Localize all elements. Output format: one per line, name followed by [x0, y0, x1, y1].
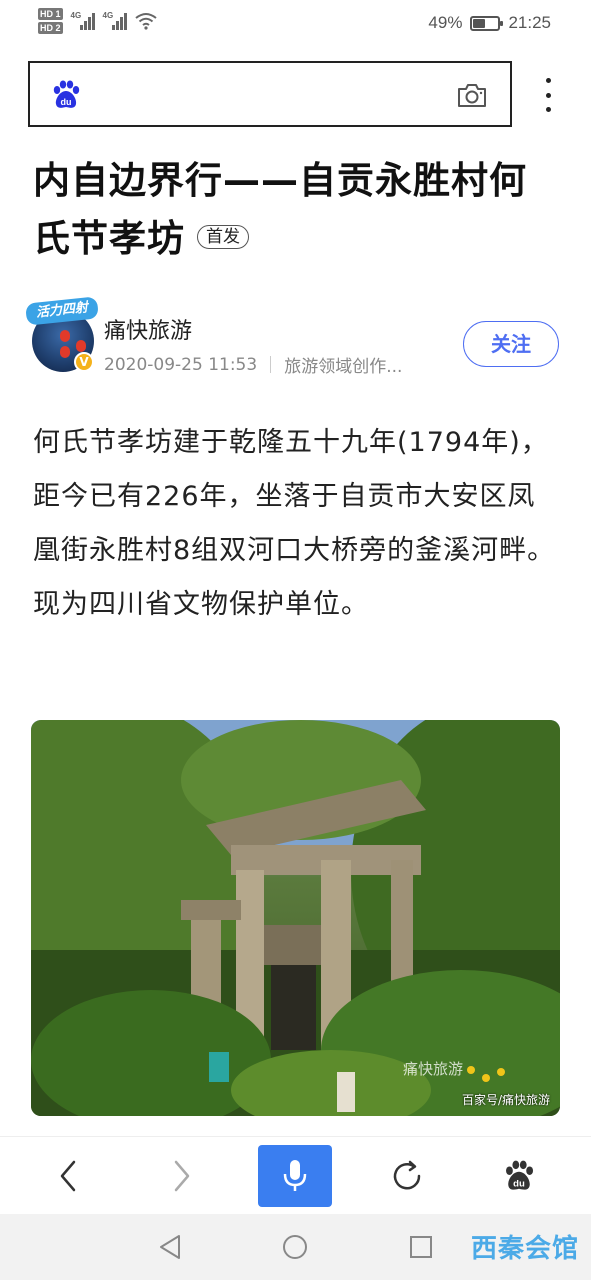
status-bar: HD 1 HD 2 4G 4G 49% 21:25	[0, 0, 591, 48]
battery-icon	[470, 15, 504, 31]
article-title: 内自边界行——自贡永胜村何氏节孝坊 首发	[33, 152, 553, 268]
battery-fill	[473, 18, 486, 28]
search-box[interactable]: du	[28, 61, 512, 127]
baidu-paw-icon[interactable]: du	[50, 79, 82, 111]
wifi-icon	[134, 13, 157, 30]
author-field: 旅游领域创作...	[284, 357, 403, 377]
article-title-text: 内自边界行——自贡永胜村何氏节孝坊	[33, 159, 527, 260]
corner-watermark-logo: 西秦会馆	[470, 1234, 579, 1264]
signal-2-label: 4G	[102, 11, 114, 20]
triangle-back-icon	[160, 1235, 180, 1259]
photo-caption: 百家号/痛快旅游	[461, 1093, 550, 1107]
verified-badge-icon: V	[74, 352, 94, 372]
chevron-right-icon	[174, 1160, 190, 1192]
hd-indicators: HD 1 HD 2	[38, 8, 63, 34]
svg-text:du: du	[61, 97, 72, 107]
archway-photo-illustration	[31, 720, 560, 1116]
signal-1-icon: 4G	[70, 11, 95, 30]
avatar-banner: 活力四射	[25, 296, 99, 326]
author-avatar[interactable]: 活力四射 V	[25, 296, 102, 376]
more-vertical-icon[interactable]	[538, 78, 558, 112]
battery-percent: 49%	[428, 13, 463, 32]
signal-2-icon: 4G	[102, 11, 127, 30]
author-name[interactable]: 痛快旅游	[104, 313, 192, 345]
publish-date: 2020-09-25 11:53	[104, 354, 258, 375]
first-publish-badge: 首发	[197, 224, 249, 249]
nav-back-button[interactable]	[155, 1232, 185, 1262]
nav-home-button[interactable]	[280, 1232, 310, 1262]
clock: 21:25	[508, 13, 551, 32]
photo-watermark: 痛快旅游	[403, 1060, 464, 1078]
browser-toolbar: du	[0, 1136, 591, 1214]
follow-button[interactable]: 关注	[463, 321, 559, 367]
voice-search-button[interactable]	[258, 1145, 332, 1207]
camera-icon[interactable]	[456, 81, 488, 109]
circle-home-icon	[283, 1235, 307, 1259]
baidu-home-button[interactable]: du	[482, 1137, 556, 1215]
signal-1-label: 4G	[70, 11, 82, 20]
refresh-button[interactable]	[370, 1137, 444, 1215]
baidu-paw-icon: du	[506, 1160, 534, 1190]
system-nav-bar: 西秦会馆	[0, 1214, 591, 1280]
hd2-badge: HD 2	[38, 22, 63, 34]
refresh-icon	[393, 1160, 421, 1190]
article-paragraph: 何氏节孝坊建于乾隆五十九年(1794年)，距今已有226年，坐落于自贡市大安区凤…	[33, 427, 556, 620]
chevron-left-icon	[60, 1160, 76, 1192]
article-meta: 2020-09-25 11:53 旅游领域创作...	[104, 352, 403, 378]
status-left: HD 1 HD 2 4G 4G	[38, 8, 157, 34]
meta-divider	[270, 356, 272, 373]
svg-text:du: du	[513, 1179, 525, 1190]
nav-recents-button[interactable]	[406, 1232, 436, 1262]
microphone-icon	[283, 1160, 307, 1191]
square-recents-icon	[410, 1236, 432, 1258]
status-right: 49% 21:25	[428, 13, 551, 33]
hd1-badge: HD 1	[38, 8, 63, 20]
article-image[interactable]: 痛快旅游 百家号/痛快旅游	[31, 720, 560, 1116]
back-button[interactable]	[31, 1137, 105, 1215]
forward-button[interactable]	[145, 1137, 219, 1215]
